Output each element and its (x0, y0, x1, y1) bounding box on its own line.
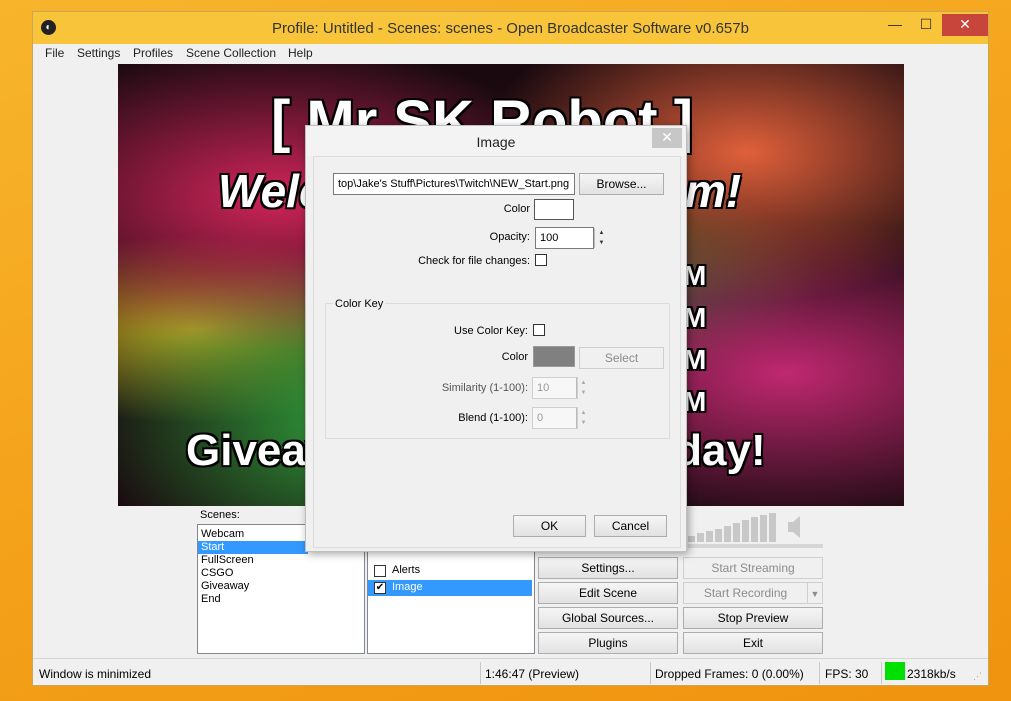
recording-dropdown-button[interactable]: ▼ (807, 582, 823, 604)
check-file-changes-label: Check for file changes: (418, 255, 530, 267)
opacity-input[interactable]: 100 (535, 227, 594, 249)
browse-button[interactable]: Browse... (579, 173, 664, 195)
dialog-close-button[interactable]: ✕ (652, 128, 682, 148)
ok-button[interactable]: OK (513, 515, 586, 537)
exit-button[interactable]: Exit (683, 632, 823, 654)
use-color-key-checkbox[interactable] (533, 324, 545, 336)
scene-item-webcam[interactable]: Webcam (201, 528, 244, 541)
opacity-spinner[interactable]: ▲ ▼ (594, 228, 608, 248)
color-swatch[interactable] (534, 199, 574, 220)
scene-item-giveaway[interactable]: Giveaway (201, 580, 249, 593)
edit-scene-button[interactable]: Edit Scene (538, 582, 678, 604)
minimize-button[interactable]: — (881, 14, 909, 36)
start-streaming-button[interactable]: Start Streaming (683, 557, 823, 579)
menu-help[interactable]: Help (288, 46, 313, 60)
dialog-title-bar[interactable]: Image ✕ (306, 126, 686, 156)
select-color-button[interactable]: Select (579, 347, 664, 369)
window-title: Profile: Untitled - Scenes: scenes - Ope… (272, 20, 749, 37)
global-sources-button[interactable]: Global Sources... (538, 607, 678, 629)
status-time: 1:46:47 (Preview) (485, 667, 580, 681)
opacity-label: Opacity: (489, 231, 530, 243)
menu-scene-collection[interactable]: Scene Collection (186, 46, 276, 60)
scene-item-fullscreen[interactable]: FullScreen (201, 554, 254, 567)
blend-input[interactable]: 0 (532, 407, 578, 429)
spin-up-icon[interactable]: ▲ (577, 408, 590, 418)
menu-settings[interactable]: Settings (77, 46, 120, 60)
status-separator (819, 662, 820, 684)
color-key-swatch[interactable] (533, 346, 575, 367)
image-properties-dialog: Image ✕ top\Jake's Stuff\Pictures\Twitch… (305, 125, 687, 552)
dialog-title: Image (476, 134, 516, 150)
spin-up-icon[interactable]: ▲ (577, 378, 590, 388)
menu-file[interactable]: File (45, 46, 64, 60)
similarity-label: Similarity (1-100): (441, 382, 528, 394)
cancel-button[interactable]: Cancel (594, 515, 667, 537)
status-separator (881, 662, 882, 684)
stream-health-indicator (885, 662, 905, 680)
status-bar: Window is minimized 1:46:47 (Preview) Dr… (33, 658, 988, 685)
spin-down-icon[interactable]: ▼ (595, 238, 608, 248)
chevron-down-icon: ▼ (810, 589, 820, 599)
use-color-key-label: Use Color Key: (454, 325, 528, 337)
menu-bar: File Settings Profiles Scene Collection … (33, 44, 988, 64)
resize-grip-icon[interactable]: ⋰ (973, 671, 982, 682)
scene-item-csgo[interactable]: CSGO (201, 567, 233, 580)
status-separator (650, 662, 651, 684)
color-key-color-label: Color (501, 351, 528, 363)
source-image-label: Image (392, 581, 423, 593)
source-image-checkbox[interactable]: ✔ (374, 582, 386, 594)
status-bitrate: 2318kb/s (907, 667, 956, 681)
volume-bars-icon (688, 513, 823, 548)
start-recording-button[interactable]: Start Recording (683, 582, 808, 604)
blend-label: Blend (1-100): (458, 412, 528, 424)
status-window-state: Window is minimized (39, 667, 152, 681)
scene-item-end[interactable]: End (201, 593, 221, 606)
title-bar[interactable]: ◐ Profile: Untitled - Scenes: scenes - O… (33, 12, 988, 44)
file-path-field[interactable]: top\Jake's Stuff\Pictures\Twitch\NEW_Sta… (333, 173, 575, 195)
close-button[interactable]: ✕ (942, 14, 988, 36)
source-item-alerts[interactable]: Alerts (372, 563, 532, 579)
status-fps: FPS: 30 (825, 667, 869, 681)
stop-preview-button[interactable]: Stop Preview (683, 607, 823, 629)
blend-spinner[interactable]: ▲ ▼ (576, 408, 590, 428)
scenes-label: Scenes: (200, 509, 240, 521)
color-label: Color (503, 203, 530, 215)
check-file-changes-checkbox[interactable] (535, 254, 547, 266)
spin-up-icon[interactable]: ▲ (595, 228, 608, 238)
spin-down-icon[interactable]: ▼ (577, 418, 590, 428)
plugins-button[interactable]: Plugins (538, 632, 678, 654)
audio-volume-meter[interactable] (688, 510, 823, 550)
source-alerts-label: Alerts (392, 564, 421, 576)
settings-button[interactable]: Settings... (538, 557, 678, 579)
status-dropped-frames: Dropped Frames: 0 (0.00%) (655, 667, 804, 681)
menu-profiles[interactable]: Profiles (133, 46, 173, 60)
color-key-group-label: Color Key (333, 298, 386, 310)
source-item-image[interactable]: ✔ Image (368, 580, 532, 596)
similarity-spinner[interactable]: ▲ ▼ (576, 378, 590, 398)
similarity-input[interactable]: 10 (532, 377, 578, 399)
source-alerts-checkbox[interactable] (374, 565, 386, 577)
maximize-button[interactable]: ☐ (913, 14, 939, 36)
status-separator (480, 662, 481, 684)
spin-down-icon[interactable]: ▼ (577, 388, 590, 398)
scene-item-start[interactable]: Start (198, 541, 308, 554)
